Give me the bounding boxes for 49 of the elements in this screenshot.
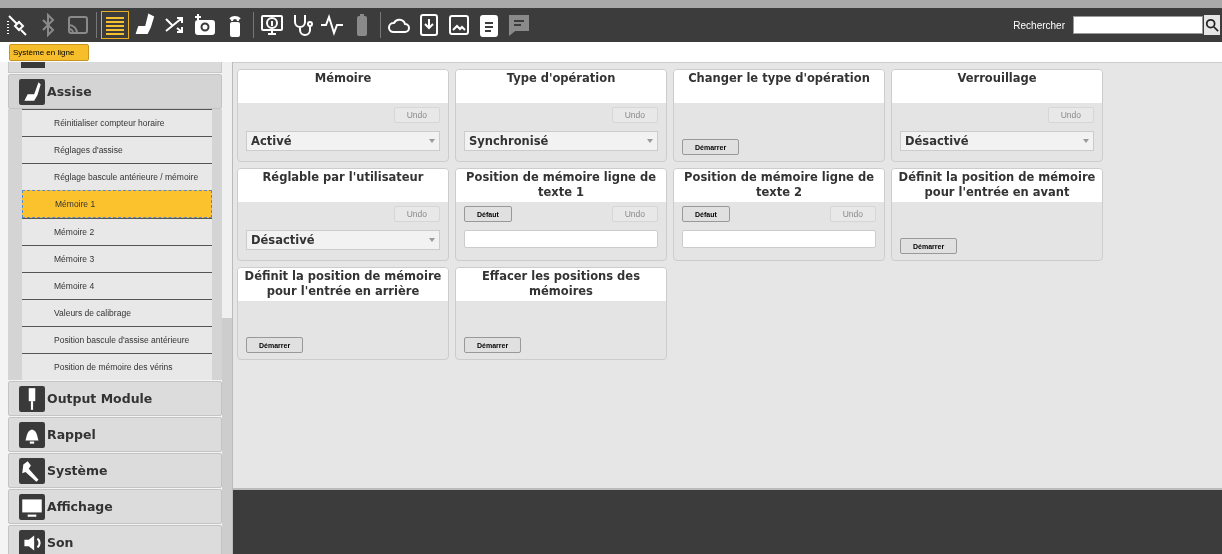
dropdown[interactable]: Désactivé [246,230,440,250]
card-title: Position de mémoire ligne de texte 1 [456,169,666,202]
dropdown[interactable]: Désactivé [900,131,1094,151]
card-title: Effacer les positions des mémoires [456,268,666,301]
card-title: Verrouillage [892,70,1102,103]
sidebar-item[interactable]: Mémoire 4 [22,272,212,299]
module-icon [19,385,45,412]
card-title: Type d'opération [456,70,666,103]
sidebar-item[interactable]: Mémoire 2 [22,218,212,245]
sidebar-section[interactable]: Son [8,525,222,554]
caret-icon [429,238,435,242]
card-title: Définit la position de mémoire pour l'entrée en arrière [238,268,448,301]
sidebar-item[interactable]: Position de mémoire des vérins [22,353,212,380]
seat-icon [19,78,45,105]
sidebar-section[interactable]: Assise [8,74,222,109]
card-title: Position de mémoire ligne de texte 2 [674,169,884,202]
sidebar-item[interactable]: Réglages d'assise [22,136,212,163]
sidebar-section[interactable]: Rappel [8,417,222,452]
card-title: Réglable par l'utilisateur [238,169,448,202]
card-title: Définit la position de mémoire pour l'entrée en avant [892,169,1102,202]
sidebar-item[interactable]: Réglage bascule antérieure / mémoire [22,163,212,190]
sidebar-section[interactable]: Système [8,453,222,488]
sidebar-section[interactable]: Affichage [8,489,222,524]
dropdown[interactable]: Activé [246,131,440,151]
caret-icon [1083,139,1089,143]
search-field[interactable] [1073,16,1203,34]
sidebar-item[interactable]: Valeurs de calibrage [22,299,212,326]
list-icon[interactable] [101,11,129,39]
caret-icon [429,139,435,143]
dropdown[interactable]: Synchronisé [464,131,658,151]
sidebar-item[interactable]: Mémoire 1 [22,190,212,218]
display-icon [19,493,45,520]
sidebar-item[interactable]: Réinitialiser compteur horaire [22,109,212,136]
caret-icon [647,139,653,143]
sidebar-section[interactable]: Output Module [8,381,222,416]
wrench-icon [19,457,45,484]
card-title: Changer le type d'opération [674,70,884,103]
sidebar-item[interactable]: Mémoire 3 [22,245,212,272]
search-label: Rechercher [1013,19,1065,31]
scrollbar[interactable] [222,62,232,554]
sidebar-header[interactable] [8,62,222,73]
sidebar-item[interactable]: Position bascule d'assise antérieure [22,326,212,353]
speaker-icon [19,529,45,554]
bell-icon [19,421,45,448]
card-title: Mémoire [238,70,448,103]
search-icon[interactable] [1204,15,1220,35]
text-field[interactable] [464,230,658,248]
text-field[interactable] [682,230,876,248]
status-badge: Système en ligne [9,43,90,61]
